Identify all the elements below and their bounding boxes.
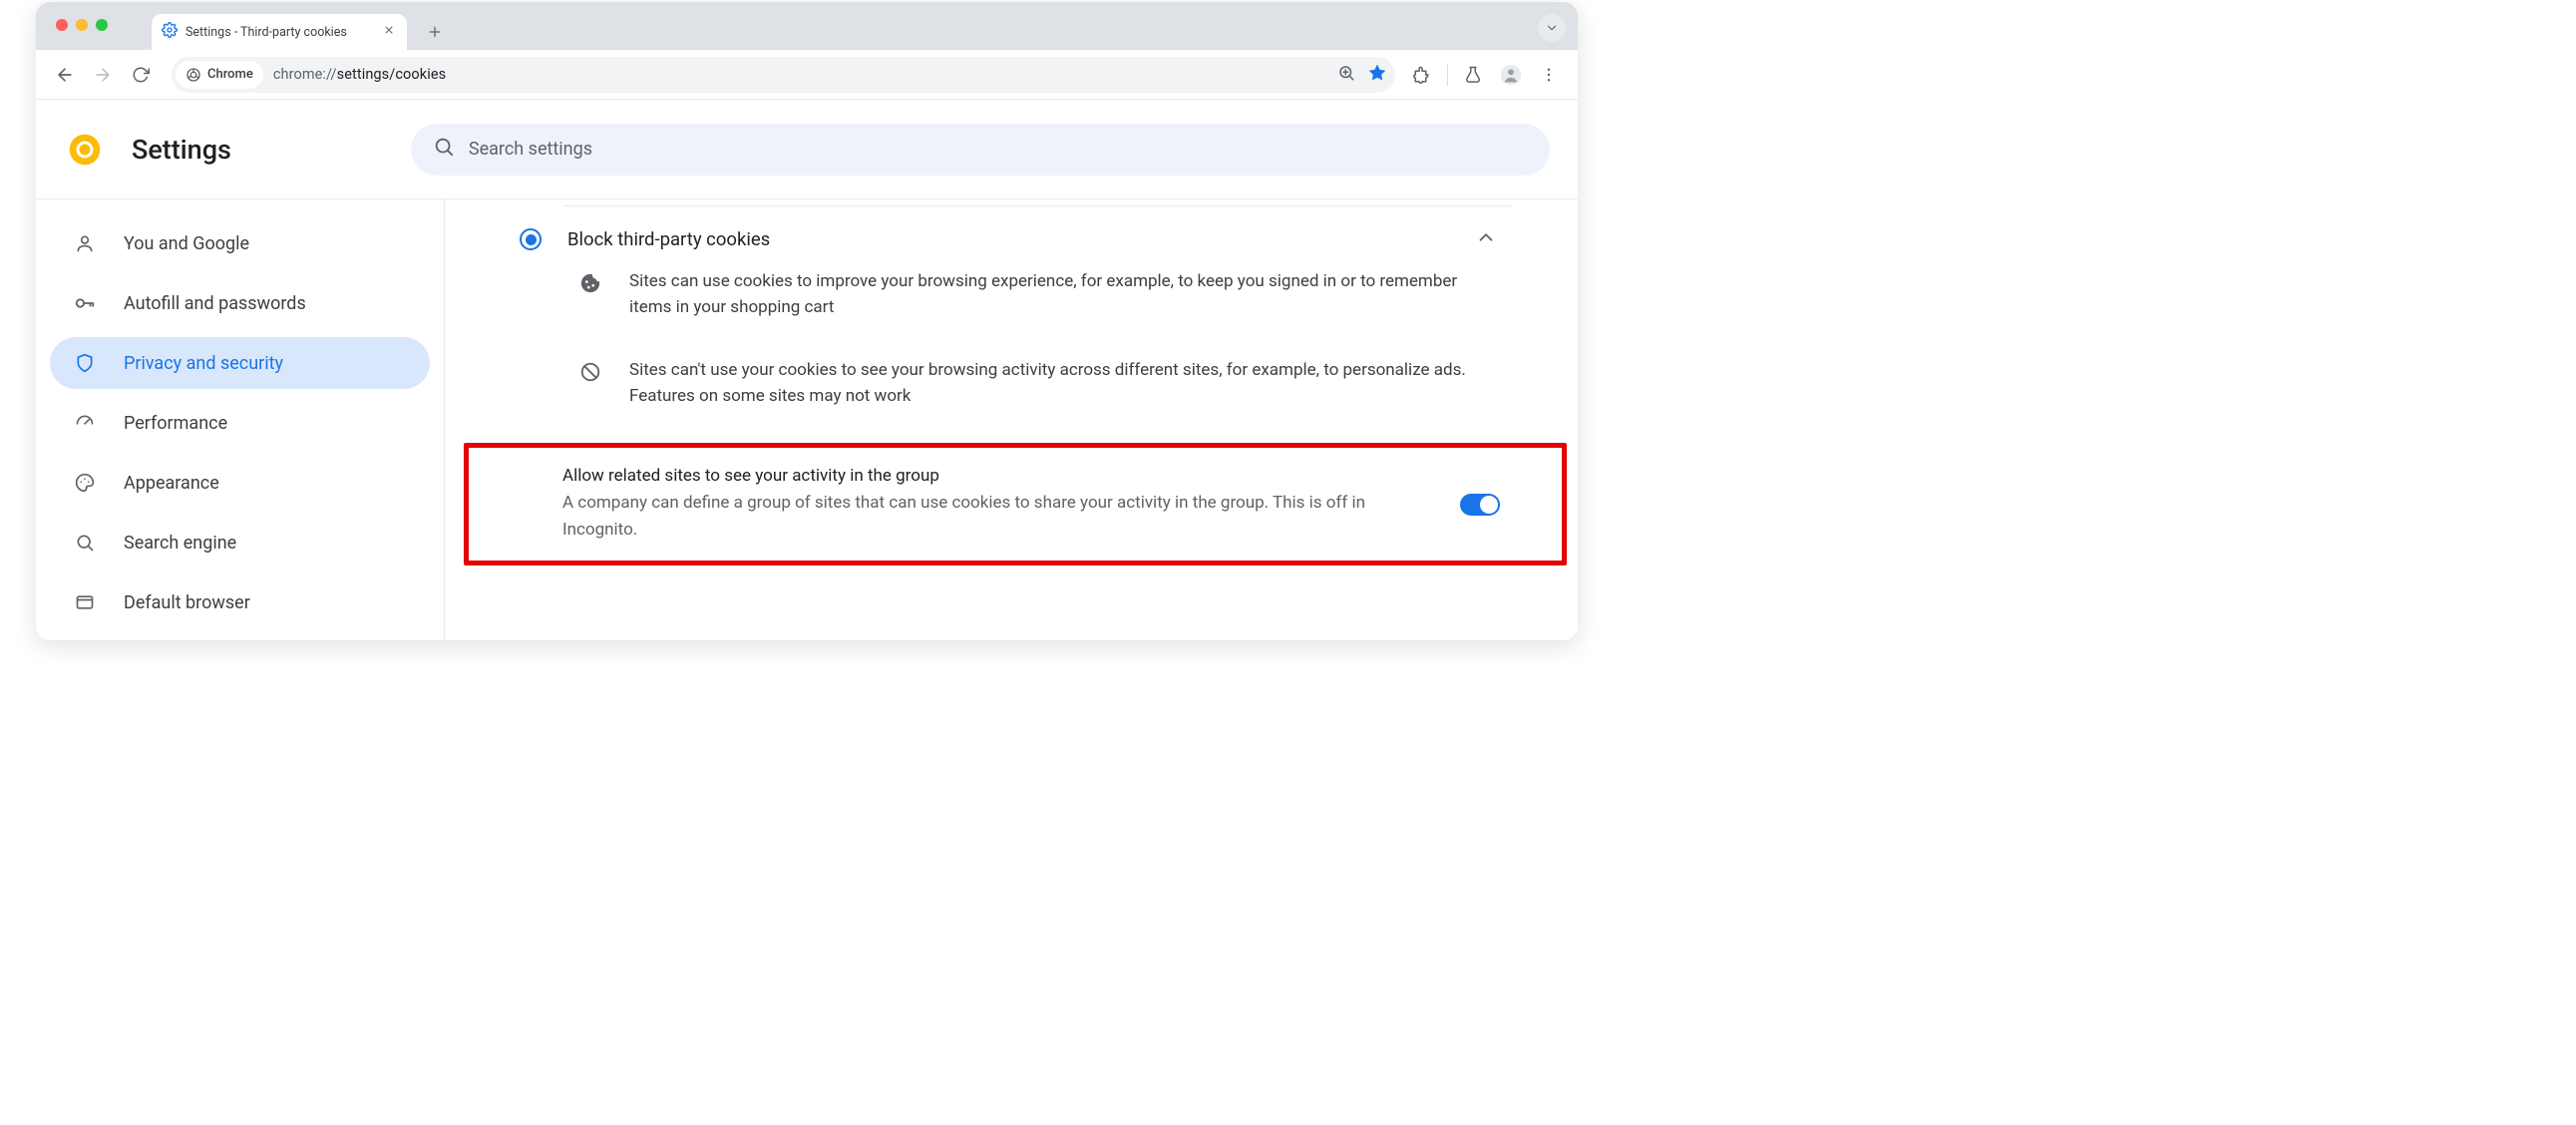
sidebar-item-label: Autofill and passwords [124, 293, 306, 314]
browser-window: Settings - Third-party cookies Chrome [36, 2, 1578, 640]
divider [563, 205, 1513, 206]
sidebar-item-label: Privacy and security [124, 353, 283, 374]
option-title: Block third-party cookies [567, 228, 1449, 250]
forward-button[interactable] [86, 58, 120, 92]
speedometer-icon [74, 413, 96, 433]
site-chip-label: Chrome [207, 67, 253, 82]
cookies-panel: Block third-party cookies Sites can use … [510, 205, 1513, 640]
sidebar-item-label: Performance [124, 413, 227, 434]
sidebar-item-label: Search engine [124, 533, 236, 554]
url-text: chrome://settings/cookies [273, 66, 446, 83]
palette-icon [74, 473, 96, 493]
radio-selected-icon[interactable] [520, 228, 542, 250]
shield-icon [74, 353, 96, 373]
sidebar-item-autofill[interactable]: Autofill and passwords [50, 277, 430, 329]
zoom-icon[interactable] [1337, 64, 1355, 86]
minimize-window-button[interactable] [76, 19, 88, 31]
allow-related-sites-row: Allow related sites to see your activity… [464, 443, 1567, 565]
person-icon [74, 233, 96, 253]
tab-search-button[interactable] [1538, 14, 1566, 42]
address-bar[interactable]: Chrome chrome://settings/cookies [172, 57, 1395, 93]
reload-button[interactable] [124, 58, 158, 92]
search-settings-input[interactable]: Search settings [411, 124, 1550, 176]
sidebar-item-default-browser[interactable]: Default browser [50, 576, 430, 628]
profile-button[interactable] [1494, 58, 1528, 92]
settings-sidebar: You and Google Autofill and passwords Pr… [36, 199, 445, 640]
close-window-button[interactable] [56, 19, 68, 31]
allow-related-sites-toggle[interactable] [1460, 494, 1500, 516]
sidebar-item-appearance[interactable]: Appearance [50, 457, 430, 509]
close-tab-icon[interactable] [381, 22, 397, 42]
sidebar-item-label: You and Google [124, 233, 249, 254]
sidebar-item-label: Default browser [124, 592, 250, 613]
description-allowed: Sites can use cookies to improve your br… [510, 266, 1513, 335]
sidebar-item-label: Appearance [124, 473, 219, 494]
sidebar-item-you-and-google[interactable]: You and Google [50, 217, 430, 269]
bookmark-star-icon[interactable] [1367, 63, 1387, 87]
sidebar-item-privacy[interactable]: Privacy and security [50, 337, 430, 389]
block-third-party-option[interactable]: Block third-party cookies [510, 212, 1513, 266]
search-icon [433, 136, 455, 163]
settings-main: Block third-party cookies Sites can use … [445, 199, 1578, 640]
settings-logo-icon [68, 133, 102, 167]
browser-tab[interactable]: Settings - Third-party cookies [152, 14, 407, 50]
settings-header: Settings Search settings [36, 100, 1578, 199]
description-text: Sites can use cookies to improve your br… [629, 268, 1503, 321]
labs-button[interactable] [1456, 58, 1490, 92]
extensions-button[interactable] [1405, 58, 1439, 92]
description-blocked: Sites can't use your cookies to see your… [510, 355, 1513, 424]
search-icon [74, 533, 96, 553]
gear-icon [162, 22, 178, 42]
site-chip[interactable]: Chrome [176, 61, 263, 89]
description-text: Sites can't use your cookies to see your… [629, 357, 1503, 410]
toolbar-divider [1447, 64, 1448, 86]
fullscreen-window-button[interactable] [96, 19, 108, 31]
chevron-up-icon[interactable] [1475, 226, 1503, 252]
search-placeholder: Search settings [469, 139, 592, 160]
toggle-subtitle: A company can define a group of sites th… [562, 490, 1436, 543]
block-icon [579, 361, 601, 410]
toggle-title: Allow related sites to see your activity… [562, 466, 1436, 486]
cookie-icon [579, 272, 601, 321]
sidebar-item-search-engine[interactable]: Search engine [50, 517, 430, 568]
back-button[interactable] [48, 58, 82, 92]
tab-strip: Settings - Third-party cookies [36, 2, 1578, 50]
new-tab-button[interactable] [421, 18, 449, 46]
page-title: Settings [132, 134, 231, 166]
window-controls [56, 19, 108, 31]
browser-icon [74, 592, 96, 612]
tab-title: Settings - Third-party cookies [185, 25, 373, 40]
chrome-menu-button[interactable] [1532, 58, 1566, 92]
key-icon [74, 292, 96, 314]
sidebar-item-performance[interactable]: Performance [50, 397, 430, 449]
chrome-logo-icon [185, 67, 201, 83]
toolbar: Chrome chrome://settings/cookies [36, 50, 1578, 100]
